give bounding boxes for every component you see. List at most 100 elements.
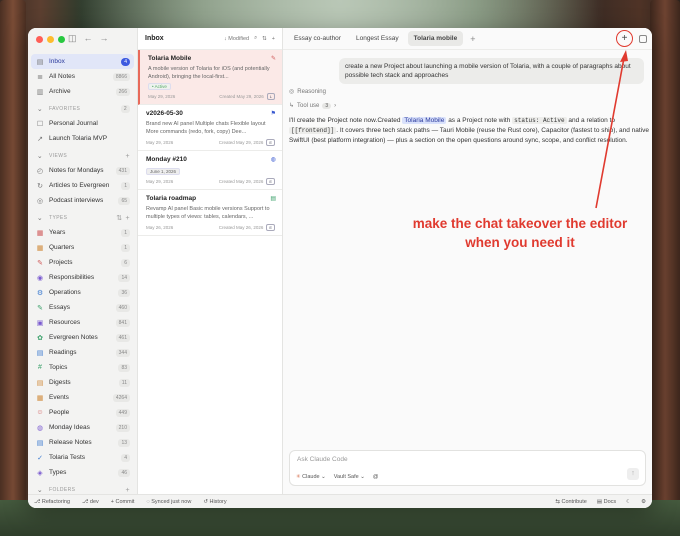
commit-button[interactable]: + Commit (111, 499, 135, 505)
sidebar-item-personal-journal[interactable]: ☐ Personal Journal (31, 116, 134, 131)
sidebar-item-all-notes[interactable]: ≣ All Notes 8866 (31, 69, 134, 84)
sidebar-item-label: Release Notes (49, 439, 92, 446)
tab-tolaria-mobile[interactable]: Tolaria mobile (407, 31, 464, 46)
tab-bar-actions: + (616, 30, 647, 47)
count-badge: 1 (121, 181, 130, 190)
sidebar-item-notes-for-mondays[interactable]: ◴ Notes for Mondays 431 (31, 163, 134, 178)
add-view-icon[interactable]: + (126, 153, 131, 160)
brain-icon: ◎ (289, 89, 295, 95)
sidebar-item-events[interactable]: ▦ Events 4264 (31, 390, 134, 405)
sidebar-item-archive[interactable]: ▥ Archive 266 (31, 84, 134, 99)
sidebar-item-digests[interactable]: ▤ Digests 11 (31, 375, 134, 390)
sidebar-item-release-notes[interactable]: ▤ Release Notes 13 (31, 435, 134, 450)
minimize-window-button[interactable] (47, 36, 54, 43)
note-meta: May 29, 2026 Created May 29, 2026 E (146, 178, 275, 185)
note-list-item[interactable]: Monday #210 June 1, 2026 May 29, 2026 Creat… (138, 151, 282, 190)
history-button[interactable]: ↺ History (203, 499, 226, 505)
sidebar-item-years[interactable]: ▦ Years 1 (31, 225, 134, 240)
settings-icon[interactable]: ⚙ (641, 499, 646, 505)
reasoning-step[interactable]: ◎ Reasoning (289, 88, 326, 96)
folders-section-header[interactable]: ⌄ FOLDERS + (31, 483, 134, 495)
new-note-icon[interactable]: + (272, 36, 275, 42)
filter-icon[interactable]: ⇅ (262, 36, 267, 42)
views-section-header[interactable]: ⌄ VIEWS + (31, 149, 134, 163)
document-icon: ▤ (270, 196, 276, 202)
sidebar-item-label: Inbox (49, 58, 65, 65)
sidebar-item-people[interactable]: ☺ People 449 (31, 405, 134, 420)
sidebar-item-label: Evergreen Notes (49, 334, 98, 341)
sort-button[interactable]: ↓ Modified (224, 36, 249, 42)
sidebar-item-evergreen-notes[interactable]: ✿ Evergreen Notes 461 (31, 330, 134, 345)
sidebar-item-essays[interactable]: ✎ Essays 460 (31, 300, 134, 315)
sidebar-item-articles-to-evergreen[interactable]: ↻ Articles to Evergreen 1 (31, 178, 134, 193)
count-badge: 4264 (112, 393, 130, 402)
filter-icon[interactable]: ⇅ (116, 214, 122, 222)
close-window-button[interactable] (36, 36, 43, 43)
chat-composer[interactable]: Ask Claude Code ✳ Claude ⌄ Vault Safe ⌄ … (289, 450, 646, 486)
tab-essay-co-author[interactable]: Essay co-author (288, 31, 347, 46)
note-list-item[interactable]: Tolaria Mobile A mobile version of Tolari… (138, 50, 282, 105)
maximize-window-button[interactable] (58, 36, 65, 43)
add-tab-icon[interactable]: + (466, 34, 479, 44)
sidebar-toggle-icon[interactable]: ◫ (68, 33, 77, 44)
nav-controls: ◫ ← → (68, 33, 109, 44)
answer-text: as a Project note with (448, 117, 511, 124)
sidebar-item-readings[interactable]: ▤ Readings 344 (31, 345, 134, 360)
add-folder-icon[interactable]: + (126, 487, 131, 494)
mention-icon[interactable]: @ (373, 474, 379, 480)
sidebar-item-responsibilities[interactable]: ◉ Responsibilities 14 (31, 270, 134, 285)
sidebar-item-inbox[interactable]: ▤ Inbox 4 (31, 54, 134, 69)
note-created-date: Created May 29, 2026 (219, 94, 264, 99)
status-bar: ⎇ Refactoring ⎇ dev + Commit ◌ Synced ju… (28, 494, 652, 508)
note-badge: E (266, 139, 275, 146)
sidebar-item-tolaria-tests[interactable]: ✓ Tolaria Tests 4 (31, 450, 134, 465)
note-created: Created May 26, 2026 E (219, 224, 275, 231)
search-icon[interactable]: ⌕ (254, 35, 257, 42)
branch-status[interactable]: ⎇ Refactoring (34, 499, 70, 505)
commit-label: Commit (115, 498, 135, 505)
sidebar-item-types[interactable]: ◈ Types 46 (31, 465, 134, 480)
back-arrow-icon[interactable]: ← (84, 33, 93, 44)
vault-selector[interactable]: Vault Safe ⌄ (334, 474, 365, 480)
sidebar-item-operations[interactable]: ⚙ Operations 36 (31, 285, 134, 300)
note-link[interactable]: Tolaria Mobile (402, 117, 447, 124)
new-chat-plus-icon[interactable]: + (616, 30, 633, 47)
favorites-section-header[interactable]: ⌄ FAVORITES 2 (31, 102, 134, 116)
sidebar: ◫ ← → ▤ Inbox 4 ≣ All Notes 8866 ▥ Archi… (28, 28, 138, 494)
types-section-header[interactable]: ⌄ TYPES ⇅ + (31, 211, 134, 225)
sidebar-item-label: Podcast interviews (49, 197, 104, 204)
theme-icon[interactable]: ☾ (626, 499, 631, 505)
history-label: History (209, 498, 227, 505)
note-list-item[interactable]: v2026-05-30 Brand new AI panel Multiple c… (138, 105, 282, 151)
sidebar-item-resources[interactable]: ▣ Resources 841 (31, 315, 134, 330)
sidebar-item-label: Years (49, 229, 66, 236)
tool-use-step[interactable]: ↳ Tool use 3 › (289, 102, 336, 109)
env-status[interactable]: ⎇ dev (82, 499, 99, 505)
chevron-down-icon: ⌄ (36, 487, 44, 494)
model-selector[interactable]: ✳ Claude ⌄ (296, 474, 326, 480)
count-badge: 1 (121, 243, 130, 252)
panel-layout-icon[interactable] (639, 34, 647, 43)
types-list: ▦ Years 1 ▦ Quarters 1 ✎ Projects 6 ◉ Responsibili… (31, 225, 134, 480)
sidebar-item-monday-ideas[interactable]: ◍ Monday Ideas 210 (31, 420, 134, 435)
send-icon[interactable]: ↑ (627, 468, 639, 480)
sidebar-item-quarters[interactable]: ▦ Quarters 1 (31, 240, 134, 255)
composer-placeholder[interactable]: Ask Claude Code (297, 456, 348, 463)
docs-button[interactable]: ▤ Docs (597, 499, 616, 505)
sidebar-item-label: People (49, 409, 70, 416)
contribute-button[interactable]: ⇆ Contribute (555, 499, 587, 505)
sidebar-item-podcast-interviews[interactable]: ◎ Podcast interviews 65 (31, 193, 134, 208)
tab-longest-essay[interactable]: Longest Essay (350, 31, 405, 46)
forward-arrow-icon[interactable]: → (100, 33, 109, 44)
count-badge: 13 (118, 438, 130, 447)
note-list-item[interactable]: Tolaria roadmap Revamp AI panel Basic mob… (138, 190, 282, 236)
note-created: Created May 29, 2026 E (219, 178, 275, 185)
app-window: ◫ ← → ▤ Inbox 4 ≣ All Notes 8866 ▥ Archi… (28, 28, 652, 508)
sidebar-item-topics[interactable]: # Topics 83 (31, 360, 134, 375)
sync-status: ◌ Synced just now (146, 498, 192, 505)
evergreen-notes-icon: ✿ (37, 334, 43, 342)
project-icon: ✎ (270, 56, 276, 62)
sidebar-item-launch-tolaria-mvp[interactable]: ↗ Launch Tolaria MVP (31, 131, 134, 146)
add-type-icon[interactable]: + (126, 215, 131, 222)
sidebar-item-projects[interactable]: ✎ Projects 6 (31, 255, 134, 270)
